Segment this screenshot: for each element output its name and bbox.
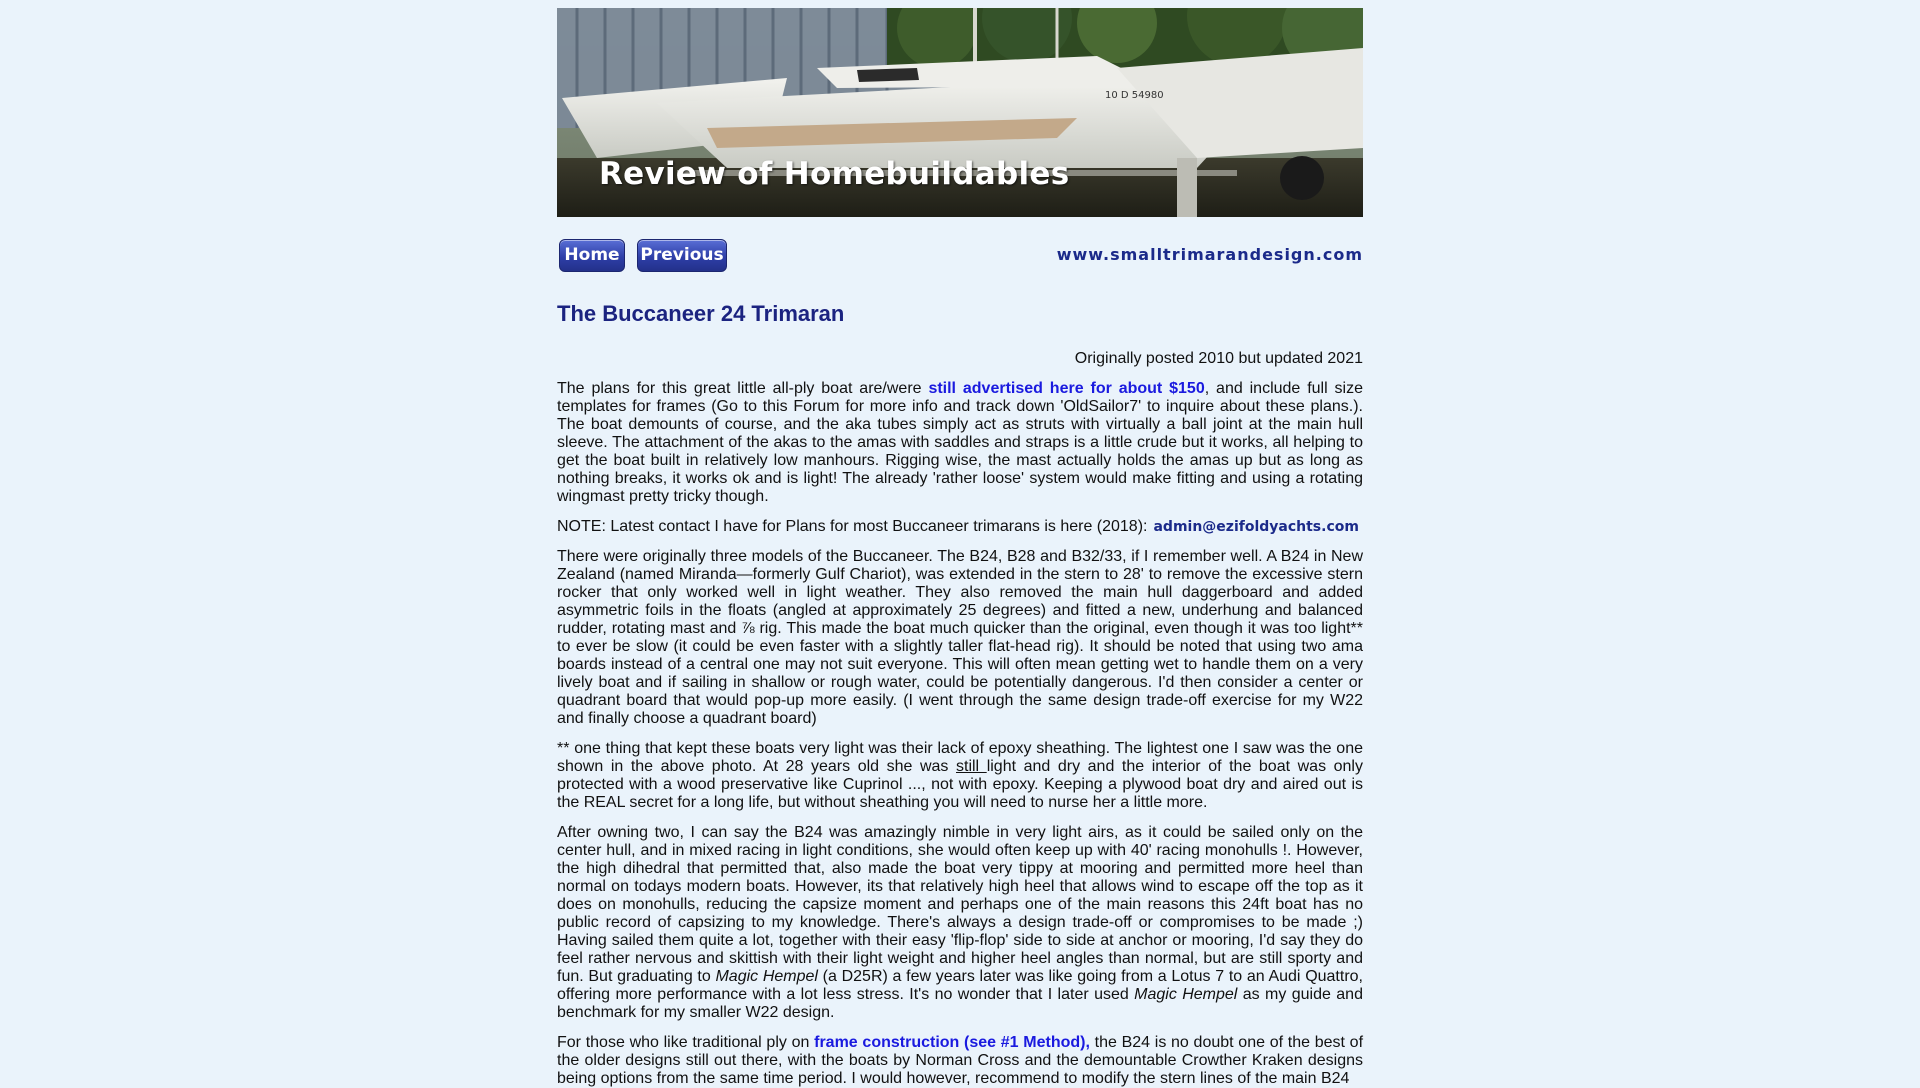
paragraph-note: NOTE: Latest contact I have for Plans fo… xyxy=(557,518,1359,535)
header-banner-image: 10 D 54980 Review of Homebuildables xyxy=(557,8,1363,217)
plans-advertised-link[interactable]: still advertised here for about $150 xyxy=(928,380,1204,397)
paragraph-plans: The plans for this great little all-ply … xyxy=(557,380,1363,505)
boat-registration: 10 D 54980 xyxy=(1105,90,1164,101)
paragraph-epoxy: ** one thing that kept these boats very … xyxy=(557,740,1363,811)
paragraph-models: There were originally three models of th… xyxy=(557,548,1363,727)
paragraph-owning: After owning two, I can say the B24 was … xyxy=(557,824,1363,1021)
underlined-still: still xyxy=(956,758,987,775)
previous-button[interactable]: Previous xyxy=(637,239,727,272)
navigation-bar: Home Previous www.smalltrimarandesign.co… xyxy=(557,239,1363,291)
page-title: The Buccaneer 24 Trimaran xyxy=(557,301,845,326)
site-url-logo[interactable]: www.smalltrimarandesign.com xyxy=(1057,245,1363,264)
banner-title: Review of Homebuildables xyxy=(599,156,1070,192)
posted-date: Originally posted 2010 but updated 2021 xyxy=(1074,350,1363,367)
frame-construction-link[interactable]: frame construction (see #1 Method), xyxy=(814,1034,1090,1051)
page-content: 10 D 54980 Review of Homebuildables Home… xyxy=(557,8,1363,1088)
home-button[interactable]: Home xyxy=(559,239,625,272)
contact-email-link[interactable]: admin@ezifoldyachts.com xyxy=(1153,519,1358,535)
boat-name-italic: Magic Hempel xyxy=(1134,986,1238,1003)
boat-name-italic: Magic Hempel xyxy=(715,968,818,985)
